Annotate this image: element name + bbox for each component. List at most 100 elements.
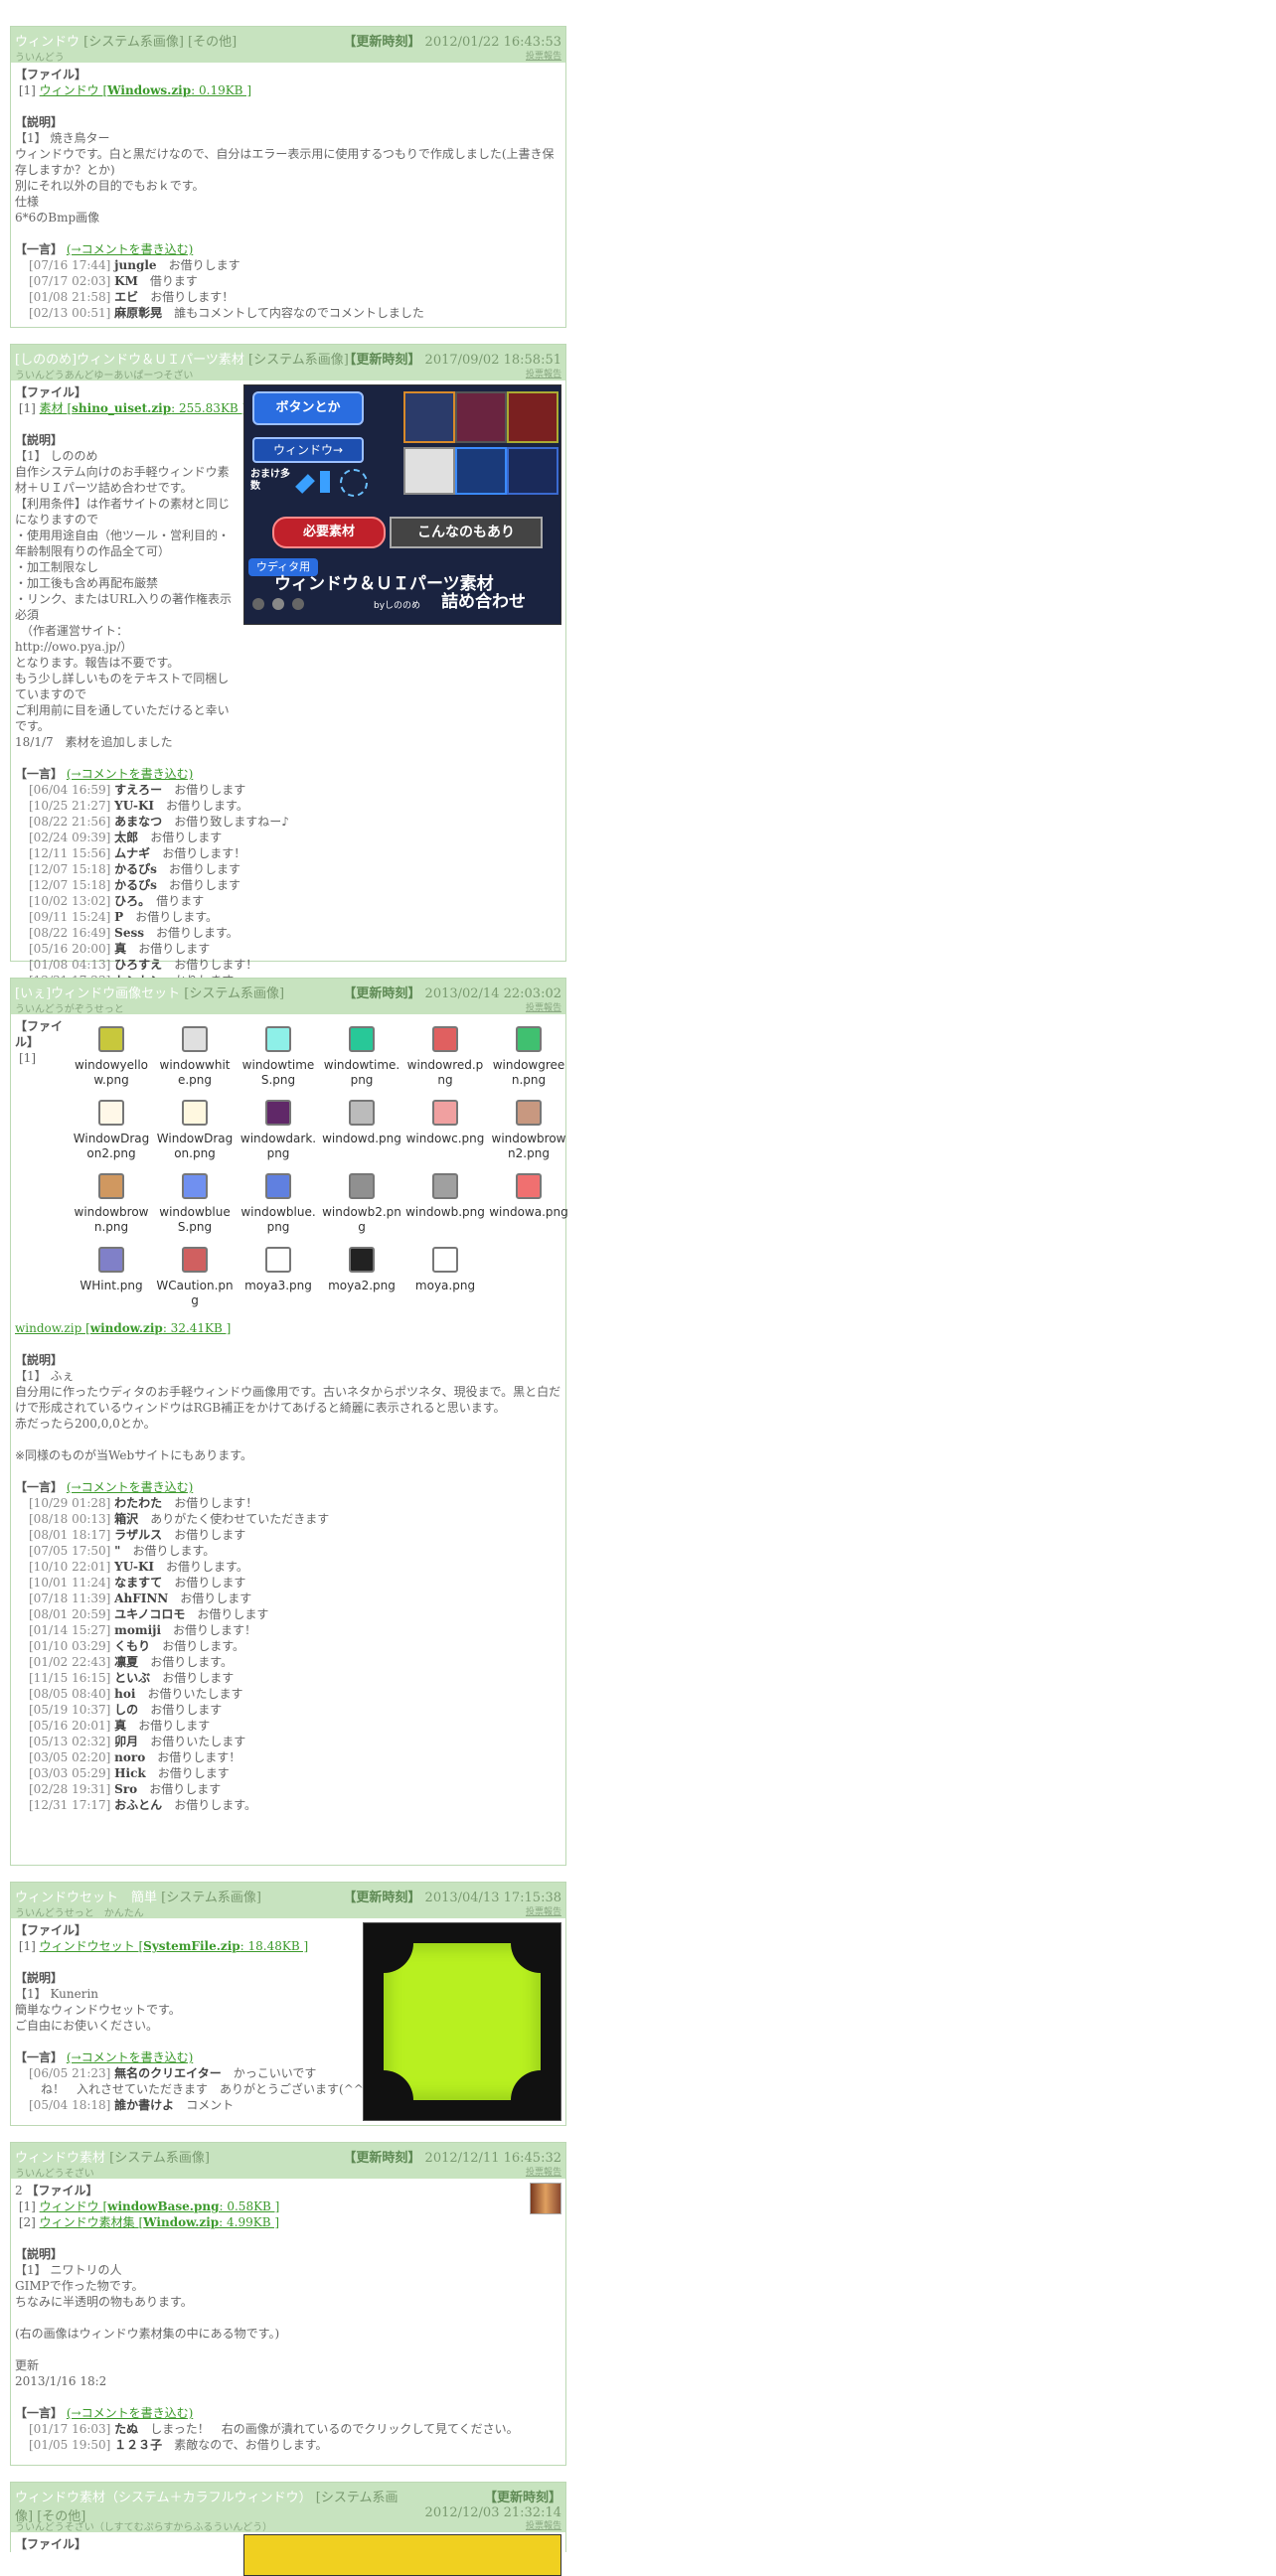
file-name[interactable]: moya3.png (238, 1279, 319, 1293)
file-thumb[interactable]: moya.png (404, 1241, 486, 1308)
entry-title[interactable]: [いぇ]ウィンドウ画像セット [システム系画像] (15, 983, 284, 1001)
image-thumbnail-icon[interactable] (265, 1173, 291, 1199)
file-name[interactable]: windowred.png (404, 1058, 486, 1088)
entry-title[interactable]: ウィンドウ素材 [システム系画像] (15, 2147, 210, 2166)
image-thumbnail-icon[interactable] (265, 1100, 291, 1126)
file-thumb[interactable]: windowblueS.png (154, 1167, 236, 1235)
entry-title-text[interactable]: ウィンドウセット 簡単 (15, 1891, 157, 1905)
entry-title-text[interactable]: ウィンドウ素材（システム＋カラフルウィンドウ） (15, 2491, 312, 2505)
file-name[interactable]: windowd.png (321, 1132, 402, 1146)
file-link[interactable]: ウィンドウ素材集 [Window.zip: 4.99KB ] (40, 2215, 279, 2229)
image-thumbnail-icon[interactable] (516, 1100, 542, 1126)
preview-image[interactable] (243, 2534, 561, 2576)
image-thumbnail-icon[interactable] (516, 1026, 542, 1052)
file-name[interactable]: windowa.png (488, 1205, 569, 1220)
file-thumb[interactable]: WCaution.png (154, 1241, 236, 1308)
file-thumb[interactable]: windowc.png (404, 1094, 486, 1161)
image-thumbnail-icon[interactable] (182, 1026, 208, 1052)
image-thumbnail-icon[interactable] (349, 1100, 375, 1126)
entry-category[interactable]: [システム系画像] (184, 986, 284, 1001)
file-thumb[interactable]: windowtimeS.png (238, 1020, 319, 1088)
write-comment-link[interactable]: (→コメントを書き込む) (67, 767, 193, 781)
file-name[interactable]: windowb2.png (321, 1205, 402, 1235)
file-name[interactable]: windowc.png (404, 1132, 486, 1146)
report-link[interactable]: 投票報告 (526, 1000, 561, 1013)
file-name[interactable]: WindowDragon.png (154, 1132, 236, 1161)
image-thumbnail-icon[interactable] (349, 1026, 375, 1052)
write-comment-link[interactable]: (→コメントを書き込む) (67, 1480, 193, 1494)
file-name[interactable]: WHint.png (71, 1279, 152, 1293)
image-thumbnail-icon[interactable] (182, 1173, 208, 1199)
report-link[interactable]: 投票報告 (526, 1904, 561, 1917)
image-thumbnail-icon[interactable] (98, 1173, 124, 1199)
file-thumb[interactable]: WindowDragon2.png (71, 1094, 152, 1161)
file-thumb[interactable]: windowa.png (488, 1167, 569, 1235)
image-thumbnail-icon[interactable] (432, 1247, 458, 1273)
file-name[interactable]: windowblue.png (238, 1205, 319, 1235)
file-name[interactable]: windowbrown.png (71, 1205, 152, 1235)
image-thumbnail-icon[interactable] (182, 1247, 208, 1273)
file-name[interactable]: WindowDragon2.png (71, 1132, 152, 1161)
file-thumb[interactable]: windowblue.png (238, 1167, 319, 1235)
file-thumb[interactable]: windowtime.png (321, 1020, 402, 1088)
image-thumbnail-icon[interactable] (432, 1100, 458, 1126)
file-name[interactable]: WCaution.png (154, 1279, 236, 1308)
file-link[interactable]: ウィンドウ [windowBase.png: 0.58KB ] (40, 2199, 280, 2213)
write-comment-link[interactable]: (→コメントを書き込む) (67, 2406, 193, 2420)
file-thumb[interactable]: windowwhite.png (154, 1020, 236, 1088)
report-link[interactable]: 投票報告 (526, 2518, 561, 2531)
file-thumb[interactable]: windowbrown2.png (488, 1094, 569, 1161)
entry-title[interactable]: ウィンドウ [システム系画像] [その他] (15, 31, 237, 50)
file-thumb[interactable]: windowd.png (321, 1094, 402, 1161)
file-link[interactable]: 素材 [shino_uiset.zip: 255.83KB ] (40, 401, 247, 415)
file-thumb[interactable]: WHint.png (71, 1241, 152, 1308)
banner-image[interactable]: ボタンとか ウィンドウ→ おまけ多数 必要素材 こんなのもあり ウディタ用 ウィ… (243, 384, 561, 625)
entry-category[interactable]: [システム系画像] (161, 1891, 261, 1905)
preview-image[interactable] (363, 1922, 561, 2121)
image-thumbnail-icon[interactable] (98, 1026, 124, 1052)
image-thumbnail-icon[interactable] (98, 1247, 124, 1273)
file-name[interactable]: windowtime.png (321, 1058, 402, 1088)
file-thumb[interactable]: WindowDragon.png (154, 1094, 236, 1161)
entry-title-text[interactable]: [いぇ]ウィンドウ画像セット (15, 986, 180, 1001)
image-thumbnail-icon[interactable] (349, 1247, 375, 1273)
file-thumb[interactable]: windowb2.png (321, 1167, 402, 1235)
image-thumbnail-icon[interactable] (98, 1100, 124, 1126)
file-thumb[interactable]: windowgreen.png (488, 1020, 569, 1088)
image-thumbnail-icon[interactable] (432, 1173, 458, 1199)
file-name[interactable]: windowtimeS.png (238, 1058, 319, 1088)
report-link[interactable]: 投票報告 (526, 49, 561, 62)
file-thumb[interactable]: windowdark.png (238, 1094, 319, 1161)
entry-category[interactable]: [システム系画像] (248, 353, 349, 368)
entry-title[interactable]: [しののめ]ウィンドウ＆ＵＩパーツ素材 [システム系画像] (15, 349, 349, 368)
image-thumbnail-icon[interactable] (432, 1026, 458, 1052)
image-thumbnail-icon[interactable] (265, 1026, 291, 1052)
file-name[interactable]: windowdark.png (238, 1132, 319, 1161)
zip-link[interactable]: window.zip [window.zip: 32.41KB ] (15, 1321, 231, 1335)
file-name[interactable]: moya2.png (321, 1279, 402, 1293)
file-thumb[interactable]: windowbrown.png (71, 1167, 152, 1235)
image-thumbnail-icon[interactable] (182, 1100, 208, 1126)
image-thumbnail-icon[interactable] (516, 1173, 542, 1199)
file-name[interactable]: windowwhite.png (154, 1058, 236, 1088)
file-name[interactable]: windowyellow.png (71, 1058, 152, 1088)
entry-category[interactable]: [システム系画像] [その他] (83, 35, 237, 50)
file-thumb[interactable]: windowb.png (404, 1167, 486, 1235)
report-link[interactable]: 投票報告 (526, 367, 561, 379)
file-thumb[interactable]: windowred.png (404, 1020, 486, 1088)
entry-title-text[interactable]: [しののめ]ウィンドウ＆ＵＩパーツ素材 (15, 353, 244, 368)
entry-title[interactable]: ウィンドウセット 簡単 [システム系画像] (15, 1887, 261, 1905)
file-thumb[interactable]: moya3.png (238, 1241, 319, 1308)
file-thumb[interactable]: windowyellow.png (71, 1020, 152, 1088)
file-name[interactable]: moya.png (404, 1279, 486, 1293)
image-thumbnail-icon[interactable] (349, 1173, 375, 1199)
file-name[interactable]: windowbrown2.png (488, 1132, 569, 1161)
file-name[interactable]: windowgreen.png (488, 1058, 569, 1088)
file-name[interactable]: windowblueS.png (154, 1205, 236, 1235)
file-link[interactable]: ウィンドウセット [SystemFile.zip: 18.48KB ] (40, 1939, 308, 1953)
file-name[interactable]: windowb.png (404, 1205, 486, 1220)
image-thumbnail-icon[interactable] (265, 1247, 291, 1273)
preview-thumbnail[interactable] (530, 2183, 561, 2214)
entry-title-text[interactable]: ウィンドウ素材 (15, 2151, 105, 2166)
file-link[interactable]: ウィンドウ [Windows.zip: 0.19KB ] (40, 83, 251, 97)
